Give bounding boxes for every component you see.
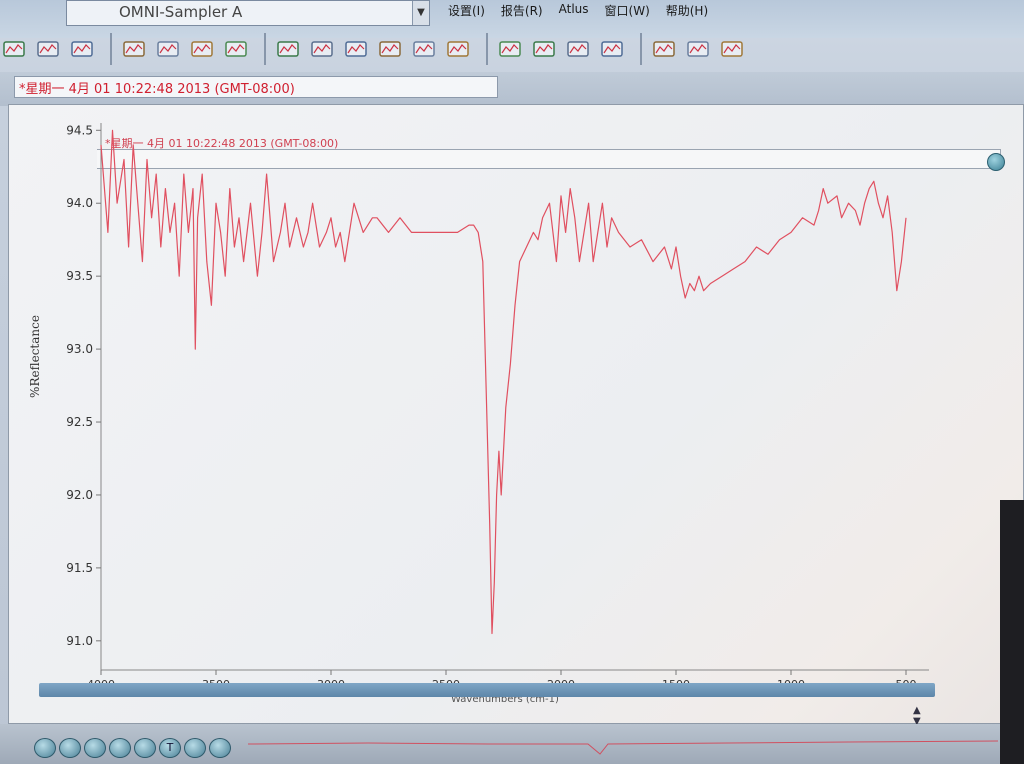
toolbar-separator: [640, 33, 642, 65]
quant-button[interactable]: [564, 35, 592, 63]
spectrum-line[interactable]: [100, 129, 907, 635]
analyze-button[interactable]: [598, 35, 626, 63]
save-icon: [157, 41, 179, 57]
pan-left-icon[interactable]: [109, 738, 131, 758]
print-button[interactable]: [188, 35, 216, 63]
spectrum-arrange-icon: [345, 41, 367, 57]
side-panel: [1000, 500, 1024, 764]
pan-right-icon[interactable]: [134, 738, 156, 758]
collect-background-button[interactable]: [34, 35, 62, 63]
spectrum-arrange-button[interactable]: [342, 35, 370, 63]
print-icon: [191, 41, 213, 57]
toolbar-separator: [486, 33, 488, 65]
overview-spectrum: [248, 740, 998, 755]
library-manager-icon: [653, 41, 675, 57]
y-tick-label: 93.0: [66, 342, 93, 356]
convert-icon: [721, 41, 743, 57]
search-button[interactable]: [496, 35, 524, 63]
text-tool-icon[interactable]: T: [159, 738, 181, 758]
swap-icon[interactable]: [184, 738, 206, 758]
spectrum-peaks-icon: [447, 41, 469, 57]
y-tick-label: 92.0: [66, 488, 93, 502]
spectrum-select-field[interactable]: *星期一 4月 01 10:22:48 2013 (GMT-08:00): [14, 76, 498, 98]
analyze-icon: [601, 41, 623, 57]
collect-sample-icon: [71, 41, 93, 57]
spectrum-window: *星期一 4月 01 10:22:48 2013 (GMT-08:00) 94.…: [8, 104, 1024, 727]
y-tick-label: 91.5: [66, 561, 93, 575]
collect-sample-button[interactable]: [68, 35, 96, 63]
overview-icons: T: [34, 738, 231, 758]
collect-background-icon: [37, 41, 59, 57]
y-tick-label: 93.5: [66, 269, 93, 283]
copy-icon: [687, 41, 709, 57]
y-tick-label: 94.5: [66, 123, 93, 137]
zoom-out-icon[interactable]: [84, 738, 106, 758]
y-tick-label: 92.5: [66, 415, 93, 429]
window-title-combo[interactable]: OMNI-Sampler A ▼: [66, 0, 430, 26]
toolbar-separator: [264, 33, 266, 65]
date-bar: *星期一 4月 01 10:22:48 2013 (GMT-08:00): [0, 72, 1024, 106]
mail-icon: [225, 41, 247, 57]
open-file-icon: [123, 41, 145, 57]
overview-pane: T: [0, 724, 1024, 764]
spectrum-stack-icon: [413, 41, 435, 57]
library-manager-button[interactable]: [650, 35, 678, 63]
copy-button[interactable]: [684, 35, 712, 63]
y-tick-label: 94.0: [66, 196, 93, 210]
toolbar: [0, 24, 1024, 74]
y-axis-label: %Reflectance: [28, 315, 42, 398]
horizontal-scrollbar[interactable]: [39, 683, 935, 697]
correct-button[interactable]: [308, 35, 336, 63]
open-file-button[interactable]: [120, 35, 148, 63]
quant-icon: [567, 41, 589, 57]
spectrum-overlay-button[interactable]: [376, 35, 404, 63]
correct-icon: [311, 41, 333, 57]
search-icon: [499, 41, 521, 57]
library-icon: [533, 41, 555, 57]
convert-button[interactable]: [718, 35, 746, 63]
expand-icon[interactable]: [209, 738, 231, 758]
scroll-control-icon[interactable]: ▲ ▼: [913, 705, 931, 727]
open-sample-button[interactable]: [0, 35, 28, 63]
baseline-icon: [277, 41, 299, 57]
overview-line: [248, 740, 998, 755]
screen: OMNI-Sampler A ▼ 设置(I) 报告(R) Atlus 窗口(W)…: [0, 0, 1024, 764]
mail-button[interactable]: [222, 35, 250, 63]
spectrum-stack-button[interactable]: [410, 35, 438, 63]
save-button[interactable]: [154, 35, 182, 63]
zoom-in-icon[interactable]: [59, 738, 81, 758]
spectrum-chart[interactable]: 94.594.093.593.092.592.091.591.040003500…: [9, 105, 1009, 705]
toolbar-separator: [110, 33, 112, 65]
spectrum-peaks-button[interactable]: [444, 35, 472, 63]
open-sample-icon: [3, 41, 25, 57]
spectrum-overlay-icon: [379, 41, 401, 57]
library-button[interactable]: [530, 35, 558, 63]
y-tick-label: 91.0: [66, 634, 93, 648]
window-title: OMNI-Sampler A: [119, 3, 243, 21]
zoom-full-icon[interactable]: [34, 738, 56, 758]
baseline-button[interactable]: [274, 35, 302, 63]
chevron-down-icon[interactable]: ▼: [412, 1, 429, 25]
